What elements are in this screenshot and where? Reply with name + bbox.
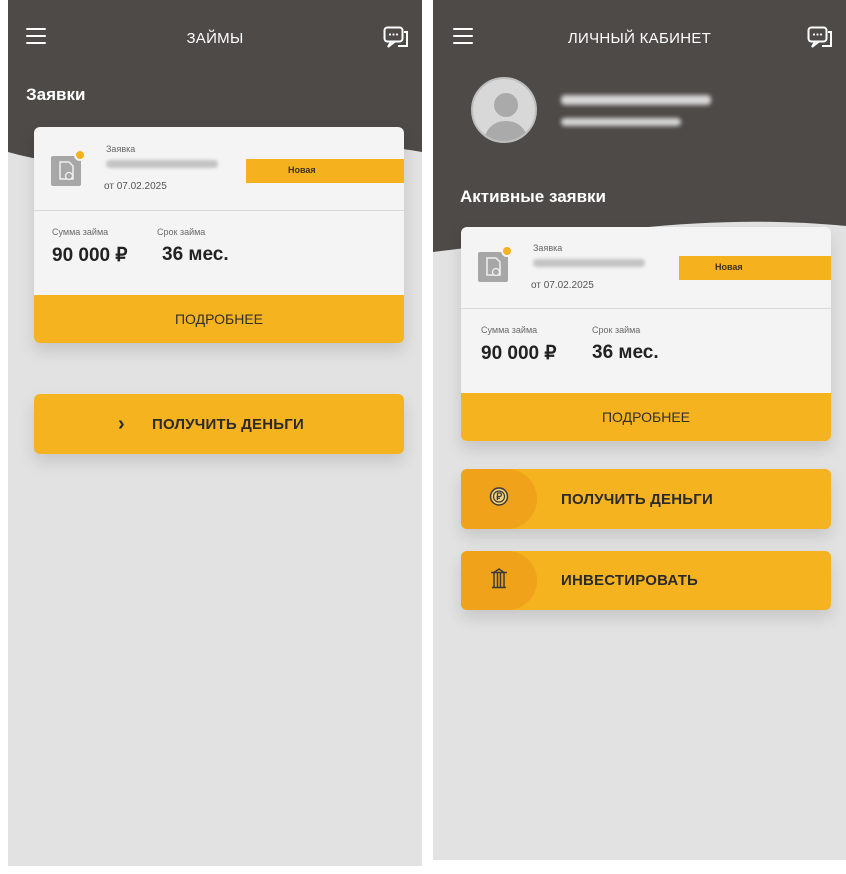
section-title: Активные заявки — [460, 187, 606, 206]
invest-button[interactable]: ИНВЕСТИРОВАТЬ — [461, 551, 831, 610]
profile-name-redacted — [561, 95, 711, 105]
loan-amount-label: Сумма займа — [481, 325, 538, 335]
notification-badge — [501, 245, 513, 257]
chat-icon[interactable] — [383, 26, 409, 50]
loan-amount-label: Сумма займа — [52, 227, 109, 237]
loan-amount-value: 90 000 ₽ — [481, 343, 557, 364]
ruble-coin-icon — [489, 487, 509, 512]
get-money-label: ПОЛУЧИТЬ ДЕНЬГИ — [152, 415, 304, 433]
application-number-redacted — [106, 160, 218, 168]
account-screen: ЛИЧНЫЙ КАБИНЕТ Активные заявки Заявка от… — [433, 0, 846, 860]
details-button[interactable]: ПОДРОБНЕЕ — [34, 295, 404, 343]
notification-badge — [74, 149, 86, 161]
screen-title: ЛИЧНЫЙ КАБИНЕТ — [567, 30, 712, 47]
document-icon — [478, 252, 508, 282]
loan-details: Сумма займа 90 000 ₽ Срок займа 36 мес. — [461, 309, 831, 395]
get-money-button[interactable]: ПОЛУЧИТЬ ДЕНЬГИ — [461, 469, 831, 529]
chat-icon[interactable] — [807, 26, 833, 50]
bank-icon — [489, 567, 509, 594]
loan-amount-value: 90 000 ₽ — [52, 245, 128, 266]
section-title: Заявки — [26, 85, 86, 104]
get-money-button[interactable]: › ПОЛУЧИТЬ ДЕНЬГИ — [34, 394, 404, 454]
profile-phone-redacted — [561, 118, 681, 126]
application-date: от 07.02.2025 — [531, 280, 594, 291]
invest-label: ИНВЕСТИРОВАТЬ — [561, 572, 699, 589]
loan-term-label: Срок займа — [592, 325, 641, 335]
card-header: Заявка от 07.02.2025 Новая — [461, 227, 831, 309]
top-bar: ЗАЙМЫ — [8, 0, 422, 86]
application-card: Заявка от 07.02.2025 Новая Сумма займа 9… — [461, 227, 831, 441]
top-bar: ЛИЧНЫЙ КАБИНЕТ — [433, 0, 846, 86]
application-card: Заявка от 07.02.2025 Новая Сумма займа 9… — [34, 127, 404, 343]
application-label: Заявка — [106, 144, 136, 154]
get-money-label: ПОЛУЧИТЬ ДЕНЬГИ — [561, 490, 713, 508]
loan-details: Сумма займа 90 000 ₽ Срок займа 36 мес. — [34, 211, 404, 297]
details-button[interactable]: ПОДРОБНЕЕ — [461, 393, 831, 441]
loan-term-value: 36 мес. — [162, 244, 229, 265]
loans-screen: ЗАЙМЫ Заявки Заявка от 07.02.2025 Новая … — [8, 0, 422, 866]
application-date: от 07.02.2025 — [104, 181, 167, 192]
application-number-redacted — [533, 259, 645, 267]
screen-title: ЗАЙМЫ — [186, 30, 244, 47]
chevron-right-icon: › — [118, 412, 125, 435]
application-label: Заявка — [533, 243, 563, 253]
loan-term-label: Срок займа — [157, 227, 206, 237]
icon-pad — [461, 469, 537, 529]
icon-pad — [461, 551, 537, 610]
avatar[interactable] — [471, 77, 537, 143]
status-badge: Новая — [246, 159, 404, 183]
status-badge: Новая — [679, 256, 831, 280]
document-icon — [51, 156, 81, 186]
card-header: Заявка от 07.02.2025 Новая — [34, 127, 404, 211]
loan-term-value: 36 мес. — [592, 342, 659, 363]
